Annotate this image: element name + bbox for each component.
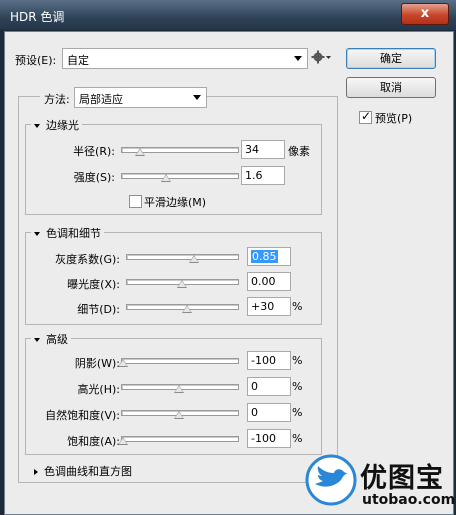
detail-unit: % [292,300,303,313]
strength-slider-thumb[interactable] [160,174,171,182]
highlight-input[interactable]: 0 [247,377,291,396]
method-label: 方法: [40,91,74,107]
gamma-slider-track[interactable] [126,254,239,260]
edge-glow-header[interactable]: 边缘光 [31,117,82,133]
advanced-title: 高级 [46,333,68,346]
strength-slider-track[interactable] [121,173,239,179]
gamma-slider-thumb[interactable] [189,255,200,263]
radius-slider-thumb[interactable] [134,148,145,156]
expand-triangle-icon [34,469,38,475]
detail-input[interactable]: +30 [247,297,291,316]
strength-value: 1.6 [245,169,263,182]
gamma-label: 灰度系数(G): [55,253,120,266]
preview-label: 预览(P) [375,112,413,125]
smooth-edges-checkbox[interactable] [129,195,142,208]
vibrance-value: 0 [251,406,258,419]
ok-button[interactable]: 确定 [346,48,436,69]
window-title: HDR 色调 [10,10,65,24]
cancel-button[interactable]: 取消 [346,77,436,98]
highlight-slider-thumb[interactable] [174,385,184,393]
saturation-unit: % [292,432,303,445]
collapse-triangle-icon [34,338,40,342]
shadow-slider-track[interactable] [121,358,239,364]
preset-select[interactable]: 自定 [62,48,308,69]
watermark-url: utobao.com [362,492,456,508]
title-bar: HDR 色调 x [0,0,456,30]
collapse-triangle-icon [34,232,40,236]
vibrance-unit: % [292,406,303,419]
advanced-header[interactable]: 高级 [31,331,71,347]
saturation-slider-track[interactable] [121,436,239,442]
highlight-value: 0 [251,380,258,393]
exposure-label: 曝光度(X): [67,278,120,291]
dialog-body: 预设(E): 自定 确定 取消 ✓ 预览(P) 方法: 局部适应 边缘光 半径(… [4,31,454,515]
checkmark-icon: ✓ [361,109,372,123]
watermark-brand: 优图宝 [360,463,444,494]
highlight-unit: % [292,380,303,393]
vibrance-label: 自然饱和度(V): [45,409,120,422]
curve-histogram-header[interactable]: 色调曲线和直方图 [31,463,135,479]
detail-value: +30 [251,300,275,313]
detail-label: 细节(D): [77,303,120,316]
strength-label: 强度(S): [73,171,115,184]
method-value: 局部适应 [79,93,123,106]
shadow-slider-thumb[interactable] [118,359,128,367]
preset-options-button[interactable] [311,49,333,65]
saturation-value: -100 [251,432,276,445]
exposure-value: 0.00 [251,275,276,288]
radius-input[interactable]: 34 [241,140,285,159]
preview-checkbox[interactable]: ✓ [359,109,372,124]
saturation-input[interactable]: -100 [247,429,291,448]
radius-value: 34 [245,143,259,156]
close-button[interactable]: x [401,3,449,25]
radius-label: 半径(R): [73,145,115,158]
vibrance-input[interactable]: 0 [247,403,291,422]
preset-value: 自定 [67,54,89,67]
vibrance-slider-thumb[interactable] [174,411,184,419]
shadow-value: -100 [251,354,276,367]
saturation-slider-thumb[interactable] [118,437,128,445]
chevron-down-icon [193,95,201,100]
highlight-label: 高光(H): [77,383,120,396]
shadow-input[interactable]: -100 [247,351,291,370]
edge-glow-title: 边缘光 [46,119,79,132]
radius-unit: 像素 [288,145,310,158]
exposure-input[interactable]: 0.00 [247,272,291,291]
tone-detail-title: 色调和细节 [46,227,101,240]
shadow-unit: % [292,354,303,367]
method-select[interactable]: 局部适应 [74,87,207,108]
smooth-edges-label: 平滑边缘(M) [144,196,207,209]
collapse-triangle-icon [34,124,40,128]
curve-histogram-title: 色调曲线和直方图 [44,465,132,478]
gamma-input[interactable]: 0.85 [247,247,291,266]
exposure-slider-thumb[interactable] [176,280,187,288]
chevron-down-icon [294,56,302,61]
bird-logo-icon [305,454,357,506]
strength-input[interactable]: 1.6 [241,166,285,185]
detail-slider-thumb[interactable] [181,305,192,313]
shadow-label: 阴影(W): [74,357,120,370]
saturation-label: 饱和度(A): [67,435,120,448]
gear-icon [311,50,331,64]
preset-label: 预设(E): [15,54,57,67]
watermark: 优图宝 utobao.com [305,452,455,512]
tone-detail-header[interactable]: 色调和细节 [31,225,104,241]
gamma-value: 0.85 [251,250,278,263]
